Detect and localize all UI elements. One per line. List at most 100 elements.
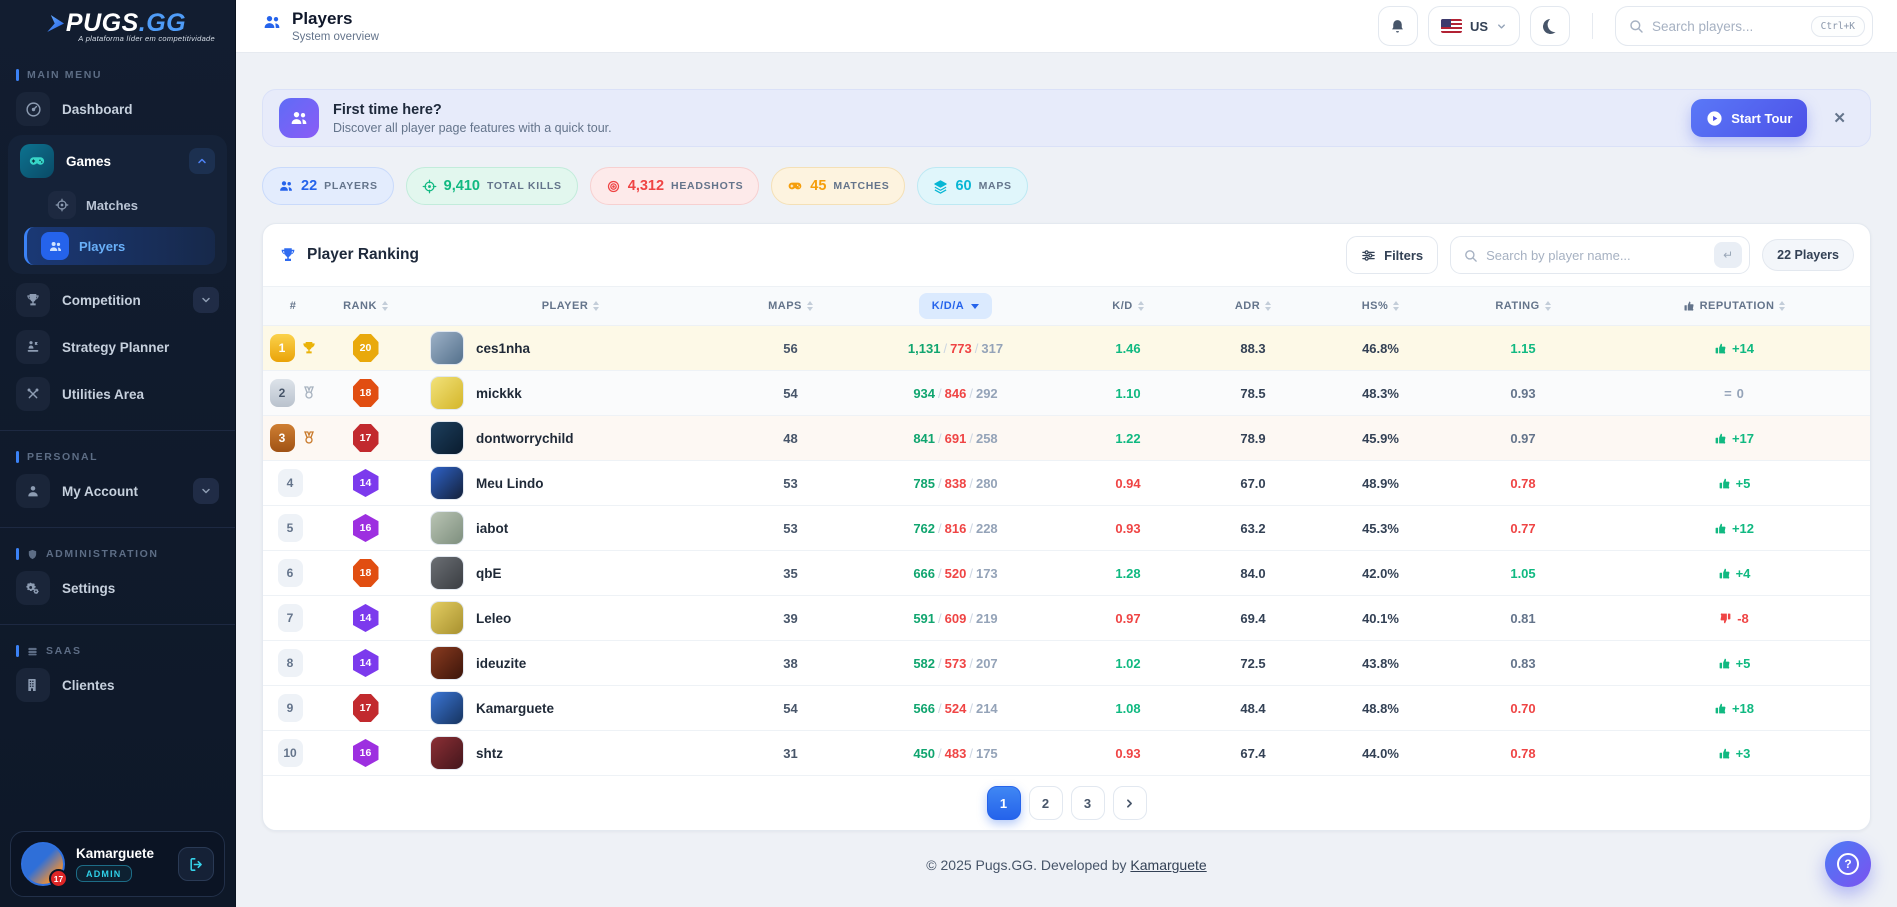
sidebar-item-matches[interactable]: Matches	[40, 186, 215, 224]
tools-icon	[16, 377, 50, 411]
col-maps[interactable]: MAPS	[733, 300, 848, 312]
banner-title: First time here?	[333, 102, 612, 118]
kd-value: 1.10	[1115, 386, 1140, 401]
kd-value: 0.93	[1115, 746, 1140, 761]
topbar: Players System overview US	[236, 0, 1897, 53]
rank-badge: 14	[353, 649, 379, 677]
col-reputation[interactable]: REPUTATION	[1598, 300, 1870, 312]
global-search[interactable]: Ctrl+K	[1615, 6, 1873, 46]
kda-value: 841/ 691/ 258	[848, 431, 1063, 446]
adr-value: 78.9	[1240, 431, 1265, 446]
table-row[interactable]: 9 17 Kamarguete 54 566/ 524/	[263, 686, 1870, 731]
help-button[interactable]: ?	[1825, 841, 1871, 887]
avatar	[430, 421, 464, 455]
start-tour-button[interactable]: Start Tour	[1691, 99, 1807, 137]
table-row[interactable]: 1 20 ces1nha 56 1,131/ 773/	[263, 326, 1870, 371]
table-search[interactable]: ↵	[1450, 236, 1750, 274]
kd-value: 0.94	[1115, 476, 1140, 491]
kd-value: 1.08	[1115, 701, 1140, 716]
kda-value: 934/ 846/ 292	[848, 386, 1063, 401]
rating-value: 0.83	[1510, 656, 1535, 671]
users-icon	[262, 12, 282, 43]
table-row[interactable]: 10 16 shtz 31 450/ 483/	[263, 731, 1870, 776]
reputation-value: = +14	[1598, 341, 1870, 356]
avatar: 17	[21, 842, 65, 886]
adr-value: 69.4	[1240, 611, 1265, 626]
table-row[interactable]: 4 14 Meu Lindo 53 785/ 838/	[263, 461, 1870, 506]
table-row[interactable]: 2 18 mickkk 54 934/ 846/	[263, 371, 1870, 416]
sidebar-item-games[interactable]: Games	[14, 139, 221, 183]
logout-button[interactable]	[178, 847, 214, 881]
sidebar-item-clientes[interactable]: Clientes	[10, 663, 225, 707]
col-adr[interactable]: ADR	[1193, 300, 1313, 312]
chevron-up-icon[interactable]	[189, 148, 215, 174]
col-kd[interactable]: K/D	[1063, 300, 1193, 312]
player-name: Meu Lindo	[476, 476, 544, 491]
notifications-button[interactable]	[1378, 6, 1418, 46]
col-player[interactable]: PLAYER	[408, 300, 733, 312]
adr-value: 72.5	[1240, 656, 1265, 671]
col-rating[interactable]: RATING	[1448, 300, 1598, 312]
kda-value: 582/ 573/ 207	[848, 656, 1063, 671]
col-hs[interactable]: HS%	[1313, 300, 1448, 312]
user-name: Kamarguete	[76, 846, 154, 861]
sidebar-item-competition[interactable]: Competition	[10, 278, 225, 322]
sort-icon	[1393, 301, 1399, 311]
rating-value: 1.05	[1510, 566, 1535, 581]
maps-value: 39	[783, 611, 797, 626]
player-name: iabot	[476, 521, 508, 536]
section-personal: PERSONAL	[16, 451, 219, 463]
kda-value: 762/ 816/ 228	[848, 521, 1063, 536]
rating-value: 0.81	[1510, 611, 1535, 626]
rating-value: 1.15	[1510, 341, 1535, 356]
trophy-icon	[16, 283, 50, 317]
avatar	[430, 376, 464, 410]
dark-mode-toggle[interactable]	[1530, 6, 1570, 46]
table-row[interactable]: 6 18 qbE 35 666/ 520/	[263, 551, 1870, 596]
player-name: mickkk	[476, 386, 522, 401]
target-icon	[606, 179, 621, 194]
kd-value: 0.97	[1115, 611, 1140, 626]
sidebar-item-strategy-planner[interactable]: Strategy Planner	[10, 325, 225, 369]
locale-selector[interactable]: US	[1428, 6, 1520, 46]
developer-link[interactable]: Kamarguete	[1130, 857, 1206, 873]
position-badge: 5	[278, 514, 303, 542]
medal-icon	[301, 430, 317, 446]
sidebar: PUGS.GG A plataforma líder em competitiv…	[0, 0, 236, 907]
search-icon	[1463, 248, 1478, 263]
col-rank[interactable]: RANK	[323, 300, 408, 312]
page-button-1[interactable]: 1	[987, 786, 1021, 820]
hs-value: 45.9%	[1362, 431, 1399, 446]
table-row[interactable]: 3 17 dontworrychild 48 841/ 691	[263, 416, 1870, 461]
question-icon: ?	[1837, 853, 1859, 875]
us-flag-icon	[1441, 19, 1462, 33]
sidebar-item-utilities-area[interactable]: Utilities Area	[10, 372, 225, 416]
reputation-value: = +12	[1598, 521, 1870, 536]
filters-button[interactable]: Filters	[1346, 236, 1438, 274]
brand-logo[interactable]: PUGS.GG A plataforma líder em competitiv…	[0, 0, 235, 49]
next-page-button[interactable]	[1113, 786, 1147, 820]
page-button-3[interactable]: 3	[1071, 786, 1105, 820]
chevron-down-icon[interactable]	[193, 478, 219, 504]
chevron-down-icon[interactable]	[193, 287, 219, 313]
sort-icon	[593, 301, 599, 311]
sidebar-item-my-account[interactable]: My Account	[10, 469, 225, 513]
player-search-input[interactable]	[1486, 248, 1706, 263]
sidebar-item-players[interactable]: Players	[24, 227, 215, 265]
sidebar-item-dashboard[interactable]: Dashboard	[10, 87, 225, 131]
table-row[interactable]: 5 16 iabot 53 762/ 816/	[263, 506, 1870, 551]
close-icon[interactable]: ✕	[1833, 109, 1846, 127]
rating-value: 0.70	[1510, 701, 1535, 716]
reputation-value: = +5	[1598, 656, 1870, 671]
player-name: Leleo	[476, 611, 511, 626]
position-badge: 7	[278, 604, 303, 632]
table-row[interactable]: 7 14 Leleo 39 591/ 609/	[263, 596, 1870, 641]
table-row[interactable]: 8 14 ideuzite 38 582/ 573/	[263, 641, 1870, 686]
page-button-2[interactable]: 2	[1029, 786, 1063, 820]
tour-banner: First time here? Discover all player pag…	[262, 89, 1871, 147]
sidebar-item-settings[interactable]: Settings	[10, 566, 225, 610]
brand-tagline: A plataforma líder em competitividade	[78, 34, 221, 43]
col-kda[interactable]: K/D/A	[848, 293, 1063, 319]
stat-total-kills: 9,410 TOTAL KILLS	[406, 167, 578, 205]
search-input[interactable]	[1652, 19, 1803, 34]
